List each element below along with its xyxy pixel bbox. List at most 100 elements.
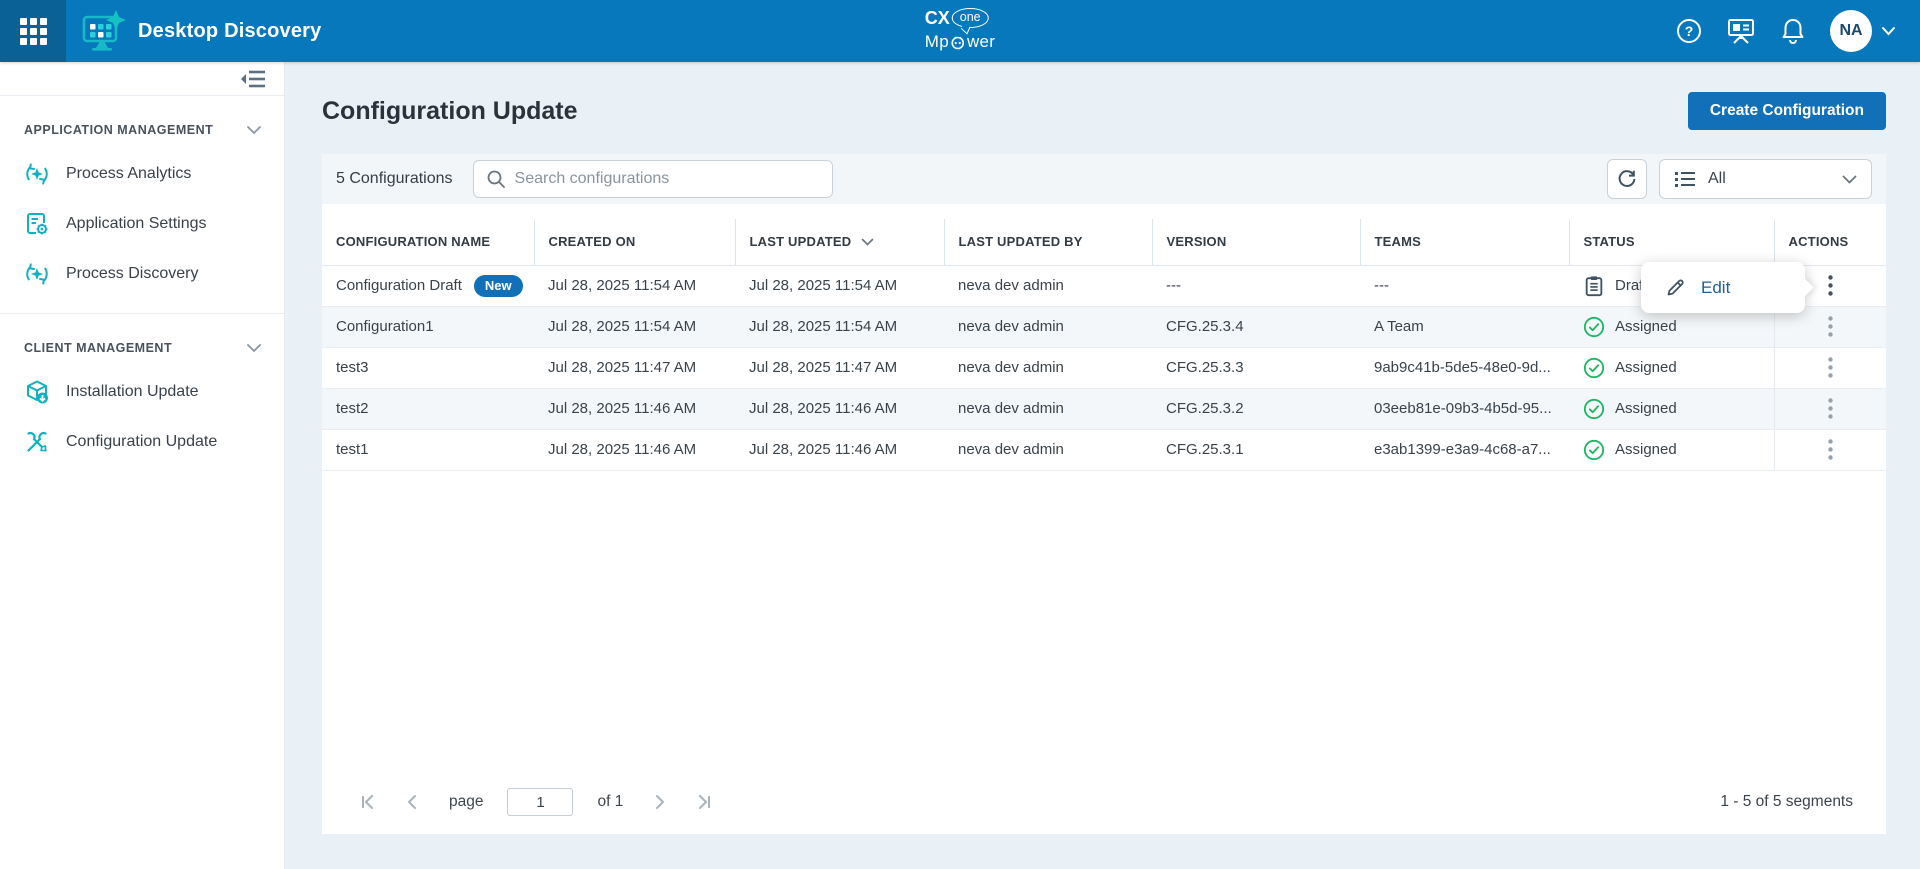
configurations-count: 5 Configurations <box>336 170 453 188</box>
configurations-card: 5 Configurations <box>322 154 1886 834</box>
process-discovery-icon <box>24 261 50 287</box>
kebab-icon <box>1828 357 1833 378</box>
row-actions-kebab[interactable] <box>1815 312 1845 342</box>
last-updated: Jul 28, 2025 11:46 AM <box>735 429 944 470</box>
installation-update-icon <box>24 379 50 405</box>
col-header-status: STATUS <box>1569 219 1774 265</box>
chevron-down-icon <box>246 125 262 135</box>
row-actions-kebab[interactable] <box>1815 394 1845 424</box>
created-on: Jul 28, 2025 11:46 AM <box>534 429 735 470</box>
status-label: Assigned <box>1615 318 1677 335</box>
logo-robot-o-icon <box>950 34 966 50</box>
configuration-name: Configuration1 <box>322 306 534 347</box>
user-menu[interactable]: NA <box>1830 10 1896 52</box>
sidebar-item-label: Process Discovery <box>66 265 198 283</box>
presentation-button[interactable] <box>1726 17 1756 45</box>
version: CFG.25.3.4 <box>1152 306 1360 347</box>
sidebar-item-label: Process Analytics <box>66 165 191 183</box>
pagination-bar: page of 1 1 - 5 of 5 segments <box>322 770 1886 834</box>
configuration-name: test3 <box>322 347 534 388</box>
sidebar-section-application-management: APPLICATION MANAGEMENT Process Analytics <box>0 96 284 299</box>
table-row: test2 Jul 28, 2025 11:46 AM Jul 28, 2025… <box>322 388 1886 429</box>
search-icon <box>486 169 506 189</box>
sidebar-item-process-analytics[interactable]: Process Analytics <box>0 149 284 199</box>
table-toolbar: 5 Configurations <box>322 154 1886 204</box>
pencil-icon <box>1665 277 1686 298</box>
first-page-button[interactable] <box>355 789 381 815</box>
sidebar-item-process-discovery[interactable]: Process Discovery <box>0 249 284 299</box>
refresh-button[interactable] <box>1607 159 1647 199</box>
last-page-button[interactable] <box>691 789 717 815</box>
create-configuration-button[interactable]: Create Configuration <box>1688 92 1886 130</box>
sidebar-item-configuration-update[interactable]: Configuration Update <box>0 417 284 467</box>
teams: --- <box>1360 265 1569 306</box>
logo-mp-text: Mp <box>925 33 949 50</box>
table-row: test1 Jul 28, 2025 11:46 AM Jul 28, 2025… <box>322 429 1886 470</box>
version: CFG.25.3.3 <box>1152 347 1360 388</box>
created-on: Jul 28, 2025 11:47 AM <box>534 347 735 388</box>
notifications-button[interactable] <box>1780 17 1806 45</box>
previous-page-button[interactable] <box>399 789 425 815</box>
section-header-application-management[interactable]: APPLICATION MANAGEMENT <box>0 96 284 149</box>
version: CFG.25.3.2 <box>1152 388 1360 429</box>
configuration-name: Configuration Draft <box>336 277 462 294</box>
created-on: Jul 28, 2025 11:54 AM <box>534 265 735 306</box>
status-filter-dropdown[interactable]: All <box>1659 159 1872 199</box>
bell-icon <box>1780 17 1806 45</box>
section-label: APPLICATION MANAGEMENT <box>24 123 213 137</box>
sidebar-item-application-settings[interactable]: Application Settings <box>0 199 284 249</box>
configuration-update-icon <box>24 429 50 455</box>
sidebar-item-label: Application Settings <box>66 215 207 233</box>
configuration-name: test2 <box>322 388 534 429</box>
last-updated: Jul 28, 2025 11:46 AM <box>735 388 944 429</box>
previous-page-icon <box>407 795 417 809</box>
section-header-client-management[interactable]: CLIENT MANAGEMENT <box>0 314 284 367</box>
logo-one-bubble: one <box>952 8 989 28</box>
pager-controls: page of 1 <box>355 788 717 816</box>
list-filter-icon <box>1674 169 1696 189</box>
table-header-row: CONFIGURATION NAME CREATED ON LAST UPDAT… <box>322 219 1886 265</box>
process-analytics-icon <box>24 161 50 187</box>
last-updated-by: neva dev admin <box>944 388 1152 429</box>
help-button[interactable]: ? <box>1676 18 1702 44</box>
created-on: Jul 28, 2025 11:54 AM <box>534 306 735 347</box>
version: CFG.25.3.1 <box>1152 429 1360 470</box>
row-actions-kebab[interactable] <box>1815 353 1845 383</box>
kebab-icon <box>1828 398 1833 419</box>
edit-menu-item[interactable]: Edit <box>1641 262 1805 313</box>
row-actions-kebab[interactable] <box>1815 271 1845 301</box>
page-label: page <box>449 793 483 811</box>
avatar[interactable]: NA <box>1830 10 1872 52</box>
assigned-check-icon <box>1583 398 1605 420</box>
sidebar-item-installation-update[interactable]: Installation Update <box>0 367 284 417</box>
col-header-actions: ACTIONS <box>1774 219 1886 265</box>
col-header-version: VERSION <box>1152 219 1360 265</box>
col-header-created-on: CREATED ON <box>534 219 735 265</box>
topbar: Desktop Discovery CX one Mp wer ? <box>0 0 1920 62</box>
presentation-screen-icon <box>1726 17 1756 45</box>
desktop-discovery-app-icon <box>80 9 126 53</box>
logo-line-mpower: Mp wer <box>925 33 996 50</box>
teams: e3ab1399-e3a9-4c68-a7... <box>1360 429 1569 470</box>
last-updated-by: neva dev admin <box>944 347 1152 388</box>
status-label: Assigned <box>1615 400 1677 417</box>
sidebar-header <box>0 62 284 96</box>
col-header-last-updated[interactable]: LAST UPDATED <box>735 219 944 265</box>
configuration-name: test1 <box>322 429 534 470</box>
range-summary: 1 - 5 of 5 segments <box>1720 793 1853 811</box>
application-settings-icon <box>24 211 50 237</box>
next-page-button[interactable] <box>647 789 673 815</box>
topbar-actions: ? NA <box>1676 10 1920 52</box>
page-title: Configuration Update <box>322 97 578 126</box>
row-actions-kebab[interactable] <box>1815 435 1845 465</box>
cxone-mpower-logo: CX one Mp wer <box>925 8 996 50</box>
first-page-icon <box>361 795 375 809</box>
assigned-check-icon <box>1583 439 1605 461</box>
app-title: Desktop Discovery <box>138 20 321 43</box>
search-input[interactable] <box>515 170 820 188</box>
app-brand: Desktop Discovery <box>80 9 321 53</box>
page-number-input[interactable] <box>507 788 573 816</box>
app-launcher-button[interactable] <box>0 0 66 62</box>
collapse-sidebar-button[interactable] <box>240 69 266 89</box>
toolbar-right: All <box>1607 159 1872 199</box>
